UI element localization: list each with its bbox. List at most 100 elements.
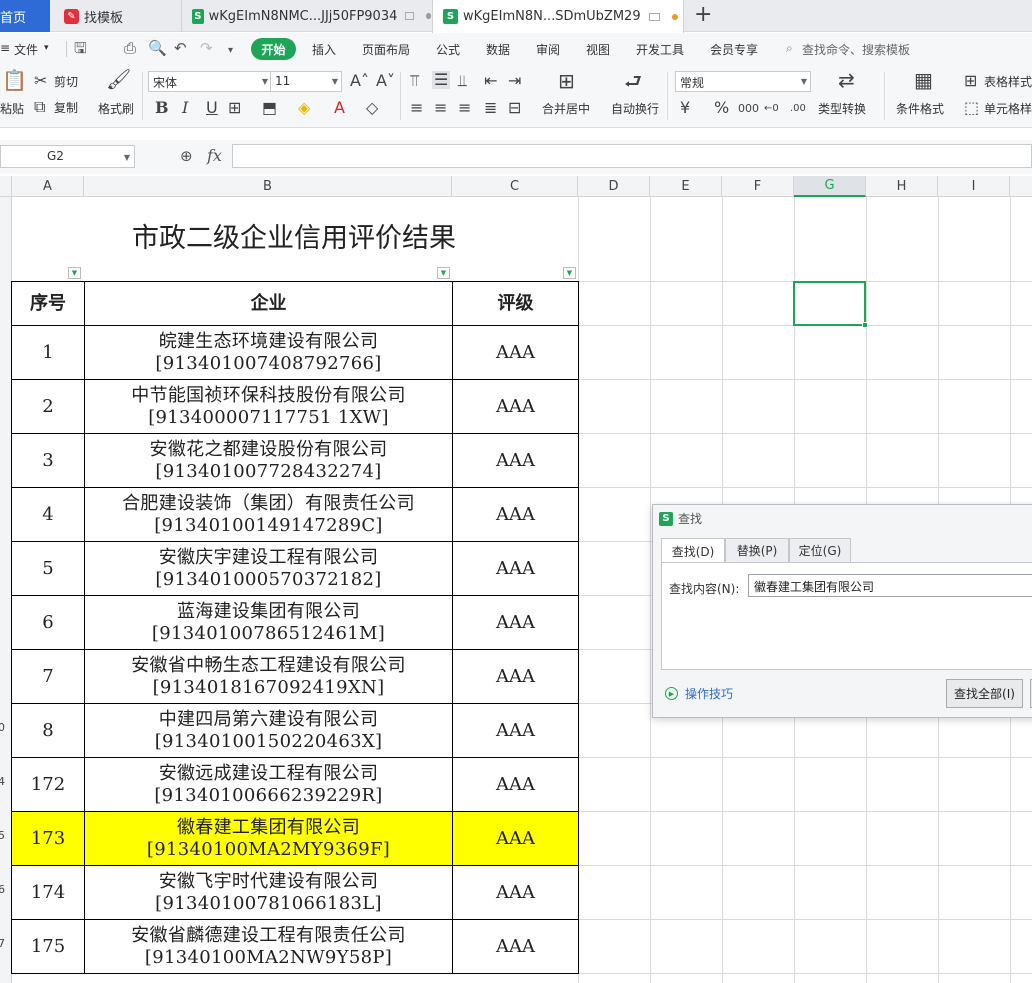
column-header-h[interactable]: H: [866, 176, 938, 197]
cell-no[interactable]: 7: [11, 649, 85, 704]
cell-no[interactable]: 1: [11, 325, 85, 380]
font-name-select[interactable]: 宋体 ▼: [148, 71, 272, 92]
cell-no[interactable]: 5: [11, 541, 85, 596]
cell-grade[interactable]: AAA: [452, 325, 579, 380]
align-top-icon[interactable]: ⫪: [410, 73, 419, 89]
cell-grade[interactable]: AAA: [452, 649, 579, 704]
align-middle-icon[interactable]: ☰: [432, 71, 451, 89]
increase-decimal-icon[interactable]: ←0: [764, 101, 779, 117]
column-header-e[interactable]: E: [650, 176, 722, 197]
menu-review[interactable]: 审阅: [536, 41, 560, 58]
conditional-format-icon[interactable]: ▦: [914, 70, 933, 90]
percent-icon[interactable]: %: [714, 100, 729, 116]
type-convert-button[interactable]: 类型转换: [818, 102, 866, 116]
selected-cell-g2[interactable]: [793, 281, 866, 326]
header-company[interactable]: 企业: [84, 281, 453, 326]
font-color-icon[interactable]: A: [334, 100, 345, 116]
merge-center-button[interactable]: 合并居中: [542, 102, 590, 116]
cell-company[interactable]: 安徽远成建设工程有限公司 [91340100666239229R]: [84, 757, 453, 812]
undo-icon[interactable]: ↶: [174, 40, 187, 56]
align-bottom-icon[interactable]: ⫫: [458, 73, 467, 89]
copy-icon[interactable]: ⧉: [34, 99, 45, 115]
cell-grade[interactable]: AAA: [452, 811, 579, 866]
justify-icon[interactable]: ≣: [484, 100, 497, 116]
eraser-icon[interactable]: ◇: [366, 100, 378, 116]
filter-dropdown-icon[interactable]: ▼: [563, 267, 576, 279]
cell-no[interactable]: 8: [11, 703, 85, 758]
cell-grade[interactable]: AAA: [452, 757, 579, 812]
tips-link[interactable]: ▶ 操作技巧: [665, 685, 733, 702]
cell-company[interactable]: 安徽花之都建设股份有限公司 [913401007728432274]: [84, 433, 453, 488]
hamburger-icon[interactable]: ≡: [0, 41, 10, 55]
tab-doc2[interactable]: S wKgEImN8N...SDmUbZM29: [432, 0, 684, 33]
column-header-a[interactable]: A: [12, 176, 84, 197]
decrease-font-icon[interactable]: A˅: [376, 73, 395, 89]
sheet-title[interactable]: 市政二级企业信用评价结果: [84, 216, 504, 255]
find-all-button[interactable]: 查找全部(I): [946, 679, 1023, 708]
header-grade[interactable]: 评级: [452, 281, 579, 326]
align-right-icon[interactable]: ≡: [458, 100, 471, 116]
format-painter-button[interactable]: 格式刷: [98, 102, 134, 116]
shape-fill-icon[interactable]: ⬒: [262, 100, 277, 116]
zoom-icon[interactable]: ⊕: [180, 147, 193, 165]
cell-company[interactable]: 徽春建工集团有限公司 [91340100MA2MY9369F]: [84, 811, 453, 866]
cell-grade[interactable]: AAA: [452, 595, 579, 650]
tab-doc1[interactable]: S wKgEImN8NMC...JJj50FP9034: [181, 0, 431, 32]
menu-start[interactable]: 开始: [251, 38, 296, 60]
indent-decrease-icon[interactable]: ⇤: [484, 73, 497, 89]
cell-company[interactable]: 中建四局第六建设有限公司 [91340100150220463X]: [84, 703, 453, 758]
menu-developer[interactable]: 开发工具: [636, 41, 684, 58]
italic-button[interactable]: I: [182, 100, 188, 116]
align-center-icon[interactable]: ≡: [434, 100, 447, 116]
distribute-icon[interactable]: ⊟: [508, 100, 521, 116]
menu-page-layout[interactable]: 页面布局: [362, 41, 410, 58]
bold-button[interactable]: B: [155, 100, 169, 116]
table-style-button[interactable]: 表格样式: [984, 75, 1032, 89]
find-input[interactable]: 徽春建工集团有限公司: [748, 574, 1032, 597]
menu-formula[interactable]: 公式: [436, 41, 460, 58]
cell-grade[interactable]: AAA: [452, 703, 579, 758]
underline-button[interactable]: U: [206, 100, 218, 116]
wrap-text-button[interactable]: 自动换行: [611, 102, 659, 116]
column-header-g[interactable]: G: [794, 176, 866, 197]
cell-company[interactable]: 合肥建设装饰（集团）有限责任公司 [91340100149147289C]: [84, 487, 453, 542]
cell-company[interactable]: 安徽庆宇建设工程有限公司 [913401000570372182]: [84, 541, 453, 596]
column-header-f[interactable]: F: [722, 176, 794, 197]
cell-company[interactable]: 安徽飞宇时代建设有限公司 [91340100781066183L]: [84, 865, 453, 920]
column-header-b[interactable]: B: [84, 176, 452, 197]
cell-grade[interactable]: AAA: [452, 541, 579, 596]
paste-icon[interactable]: 📋: [2, 70, 27, 90]
number-format-select[interactable]: 常规 ▼: [675, 71, 811, 92]
cell-no[interactable]: 174: [11, 865, 85, 920]
cell-company[interactable]: 安徽省中畅生态工程建设有限公司 [9134018167092419XN]: [84, 649, 453, 704]
cell-no[interactable]: 2: [11, 379, 85, 434]
window-icon[interactable]: [648, 12, 660, 21]
command-search[interactable]: 查找命令、搜索模板: [802, 41, 910, 58]
cell-company[interactable]: 蓝海建设集团有限公司 [91340100786512461M]: [84, 595, 453, 650]
paste-button[interactable]: 粘贴: [0, 102, 24, 116]
save-icon[interactable]: 🖫: [74, 40, 87, 56]
thousands-icon[interactable]: 000: [738, 101, 759, 117]
row-number[interactable]: 4: [0, 775, 10, 788]
cell-no[interactable]: 3: [11, 433, 85, 488]
cell-grade[interactable]: AAA: [452, 379, 579, 434]
cell-grade[interactable]: AAA: [452, 865, 579, 920]
quick-access-more-icon[interactable]: ▾: [228, 43, 233, 59]
cell-style-button[interactable]: 单元格样式: [984, 102, 1032, 116]
indent-increase-icon[interactable]: ⇥: [508, 73, 521, 89]
row-number[interactable]: 5: [0, 829, 10, 842]
conditional-format-button[interactable]: 条件格式: [896, 102, 944, 116]
fill-color-icon[interactable]: ◈: [298, 100, 310, 116]
print-preview-icon[interactable]: 🔍: [148, 40, 167, 56]
format-painter-icon[interactable]: 🖌: [106, 69, 131, 89]
menu-view[interactable]: 视图: [586, 41, 610, 58]
unsaved-dot-icon[interactable]: [671, 13, 678, 20]
redo-icon[interactable]: ↷: [200, 40, 213, 56]
chevron-down-icon[interactable]: ▾: [44, 43, 49, 53]
filter-dropdown-icon[interactable]: ▼: [68, 267, 81, 279]
currency-icon[interactable]: ¥: [680, 100, 690, 116]
cell-company[interactable]: 皖建生态环境建设有限公司 [913401007408792766]: [84, 325, 453, 380]
cell-no[interactable]: 173: [11, 811, 85, 866]
column-header-c[interactable]: C: [452, 176, 578, 197]
cell-style-icon[interactable]: ⬚: [964, 100, 979, 116]
